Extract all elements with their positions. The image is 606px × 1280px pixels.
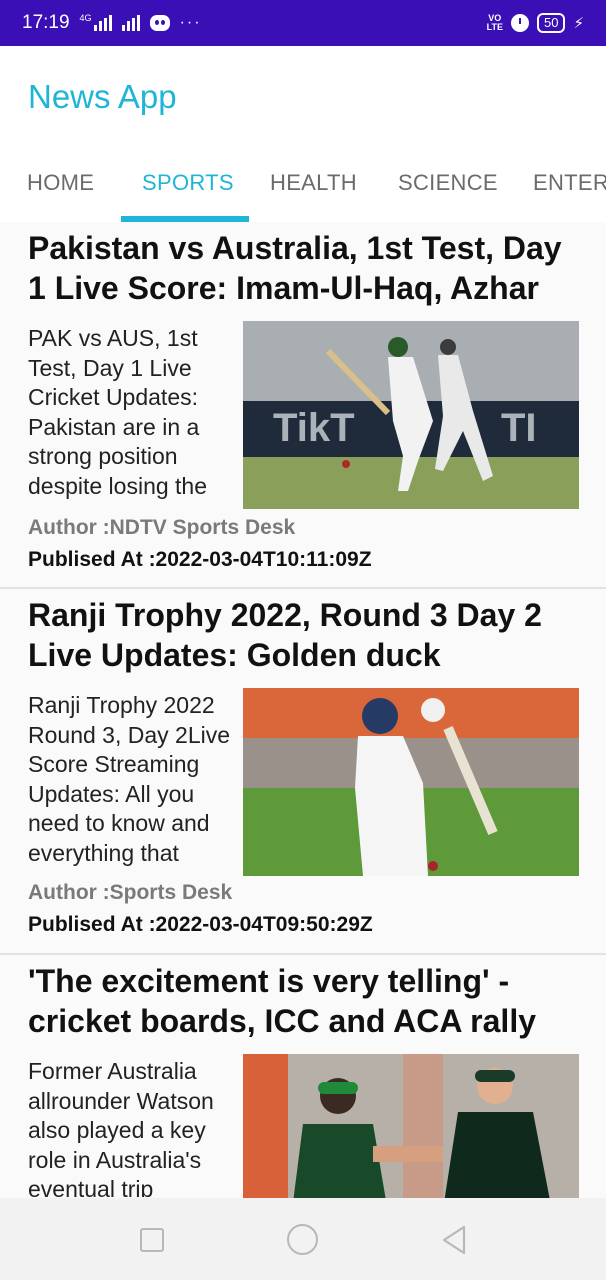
article-author: Author :NDTV Sports Desk xyxy=(28,516,296,539)
article-card[interactable]: 'The excitement is very telling' - crick… xyxy=(0,955,606,1198)
navigation-bar xyxy=(0,1198,606,1280)
tab-entertainment[interactable]: ENTERT xyxy=(533,170,606,196)
volte-icon: VO LTE xyxy=(486,13,503,32)
clock: 17:19 xyxy=(22,12,70,33)
article-title: Ranji Trophy 2022, Round 3 Day 2 Live Up… xyxy=(28,597,542,673)
tab-science[interactable]: SCIENCE xyxy=(398,170,498,196)
article-title: Pakistan vs Australia, 1st Test, Day 1 L… xyxy=(28,230,562,306)
status-bar: 17:19 4G ··· VO LTE 50 ⚡ xyxy=(0,0,606,46)
svg-text:TI: TI xyxy=(501,406,537,450)
article-description: Former Australia allrounder Watson also … xyxy=(28,1058,214,1197)
article-image: TikT TI xyxy=(243,321,579,509)
signal-icon xyxy=(93,15,112,31)
back-button[interactable] xyxy=(440,1224,468,1256)
article-published: Publised At :2022-03-04T10:11:09Z xyxy=(28,548,372,571)
app-bar: News App xyxy=(0,46,606,144)
network-type: 4G xyxy=(79,13,92,23)
discord-icon xyxy=(149,15,170,31)
alarm-icon xyxy=(510,14,529,32)
home-button[interactable] xyxy=(287,1224,318,1255)
article-description: Ranji Trophy 2022 Round 3, Day 2Live Sco… xyxy=(28,692,231,866)
article-title: 'The excitement is very telling' - crick… xyxy=(28,963,536,1039)
category-tabs: HOME SPORTS HEALTH SCIENCE ENTERT xyxy=(0,144,606,222)
signal-2-icon xyxy=(121,15,140,31)
svg-text:TikT: TikT xyxy=(273,406,355,450)
article-card[interactable]: Ranji Trophy 2022, Round 3 Day 2 Live Up… xyxy=(0,589,606,955)
tab-home[interactable]: HOME xyxy=(27,170,94,196)
article-published: Publised At :2022-03-04T09:50:29Z xyxy=(28,913,373,936)
article-card[interactable]: Pakistan vs Australia, 1st Test, Day 1 L… xyxy=(0,222,606,589)
article-image xyxy=(243,1054,579,1198)
news-feed[interactable]: Pakistan vs Australia, 1st Test, Day 1 L… xyxy=(0,222,606,1198)
more-notifications-icon: ··· xyxy=(179,14,202,31)
recent-apps-button[interactable] xyxy=(140,1228,164,1252)
tab-sports[interactable]: SPORTS xyxy=(142,170,234,196)
app-title: News App xyxy=(28,78,177,115)
tab-health[interactable]: HEALTH xyxy=(270,170,357,196)
article-description: PAK vs AUS, 1st Test, Day 1 Live Cricket… xyxy=(28,325,208,499)
article-image xyxy=(243,688,579,876)
charging-icon: ⚡ xyxy=(573,15,584,32)
battery-icon: 50 xyxy=(536,13,566,33)
article-author: Author :Sports Desk xyxy=(28,881,233,904)
